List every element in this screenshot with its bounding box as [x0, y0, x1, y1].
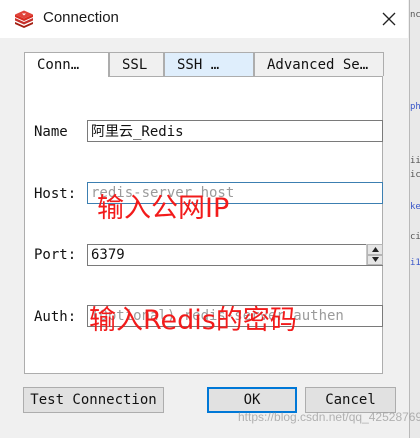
background-text: ii — [410, 156, 420, 166]
background-text: ci — [410, 232, 420, 242]
name-label: Name — [34, 124, 68, 140]
window-title: Connection — [43, 9, 119, 26]
cancel-button[interactable]: Cancel — [305, 387, 396, 413]
chevron-up-icon — [371, 246, 379, 252]
redis-logo-icon — [14, 10, 34, 28]
title-bar[interactable]: Connection — [0, 0, 408, 38]
close-icon — [382, 12, 396, 26]
tab-ssh[interactable]: SSH … — [164, 52, 254, 76]
auth-label: Auth: — [34, 309, 77, 325]
port-label: Port: — [34, 247, 77, 263]
tab-advanced-settings[interactable]: Advanced Se… — [254, 52, 384, 76]
tab-connection[interactable]: Conn… — [24, 52, 109, 77]
connection-dialog: Connection Conn… SSL SSH … Advanced Se… … — [0, 0, 420, 438]
chevron-down-icon — [371, 257, 379, 263]
background-text: ic — [410, 170, 420, 180]
port-stepper — [366, 244, 383, 265]
tab-ssl[interactable]: SSL — [109, 52, 164, 76]
name-input[interactable] — [87, 120, 383, 142]
host-label: Host: — [34, 186, 77, 202]
background-text: ph — [410, 102, 420, 112]
port-input[interactable] — [87, 244, 383, 266]
background-text: i1 — [410, 258, 420, 268]
background-text: ke — [410, 202, 420, 212]
test-connection-button[interactable]: Test Connection — [23, 387, 164, 413]
ok-button[interactable]: OK — [207, 387, 297, 413]
auth-input[interactable] — [87, 305, 383, 327]
background-text: nc — [410, 10, 420, 20]
port-decrement-button[interactable] — [367, 254, 383, 265]
host-input[interactable] — [87, 182, 383, 204]
port-increment-button[interactable] — [367, 244, 383, 255]
close-button[interactable] — [372, 4, 406, 34]
tab-bar: Conn… SSL SSH … Advanced Se… — [24, 52, 384, 77]
